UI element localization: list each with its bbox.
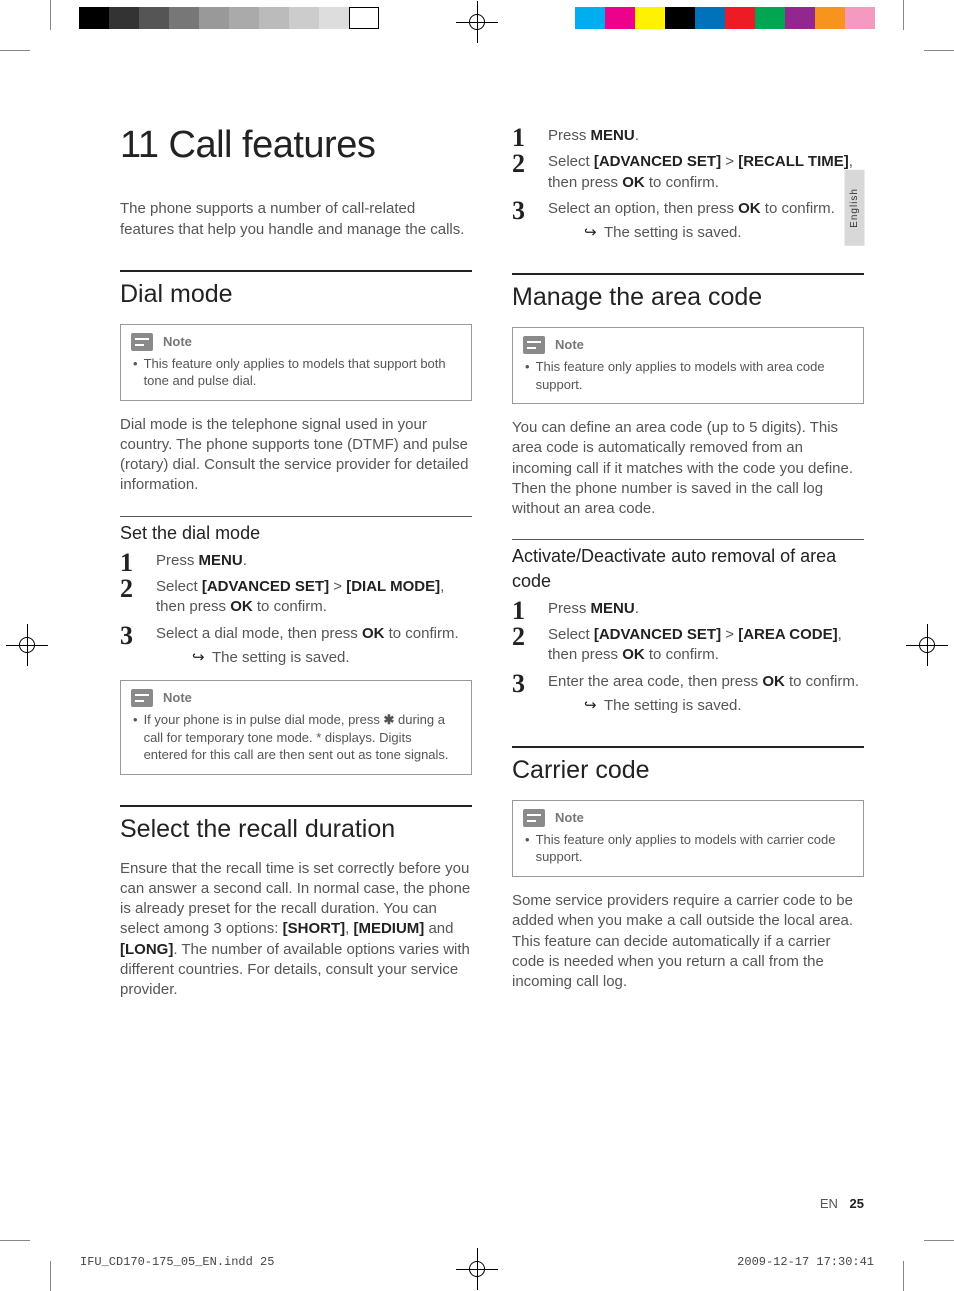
steps-list: Press MENU. Select [ADVANCED SET] > [REC… [512,126,864,243]
note-box: Note •This feature only applies to model… [120,324,472,401]
section-heading-recall: Select the recall duration [120,805,472,847]
note-text: This feature only applies to models with… [536,831,851,866]
star-key-icon: ✱ [383,712,394,727]
step: Select [ADVANCED SET] > [RECALL TIME], t… [512,152,864,193]
step: Press MENU. [512,599,864,619]
crop-mark [924,50,954,51]
dial-mode-body: Dial mode is the telephone signal used i… [120,415,472,496]
steps-list: Press MENU. Select [ADVANCED SET] > [DIA… [120,551,472,668]
step: Select an option, then press OK to confi… [512,199,864,244]
chapter-number: 11 [120,124,158,166]
step-result: The setting is saved. [548,696,864,716]
section-heading-carrier-code: Carrier code [512,746,864,788]
step: Press MENU. [120,551,472,571]
note-text: If your phone is in pulse dial mode, pre… [144,711,459,764]
left-column: 11 Call features The phone supports a nu… [120,120,472,1181]
registration-mark [912,630,942,660]
step: Select [ADVANCED SET] > [DIAL MODE], the… [120,577,472,618]
page-number: 25 [850,1196,864,1211]
step: Select [ADVANCED SET] > [AREA CODE], the… [512,625,864,666]
chapter-title: Call features [169,124,376,166]
page-content: 11 Call features The phone supports a nu… [120,120,864,1181]
step: Select a dial mode, then press OK to con… [120,624,472,669]
note-icon [131,689,153,707]
crop-mark [903,1261,904,1291]
page-footer: EN 25 [820,1196,864,1211]
crop-mark [924,1240,954,1241]
section-heading-dial-mode: Dial mode [120,270,472,312]
section-heading-area-code: Manage the area code [512,273,864,315]
chapter-heading: 11 Call features [120,120,472,171]
area-body: You can define an area code (up to 5 dig… [512,418,864,519]
color-bar-color [575,7,875,29]
note-icon [523,809,545,827]
note-icon [523,336,545,354]
right-column: English Press MENU. Select [ADVANCED SET… [512,120,864,1181]
intro-paragraph: The phone supports a number of call-rela… [120,199,472,240]
step: Enter the area code, then press OK to co… [512,672,864,717]
registration-mark [12,630,42,660]
crop-mark [50,1261,51,1291]
recall-body: Ensure that the recall time is set corre… [120,859,472,1001]
step: Press MENU. [512,126,864,146]
crop-mark [903,0,904,30]
note-box: Note •This feature only applies to model… [512,327,864,404]
note-text: This feature only applies to models with… [536,358,851,393]
note-label: Note [555,336,584,354]
carrier-body: Some service providers require a carrier… [512,891,864,992]
steps-list: Press MENU. Select [ADVANCED SET] > [ARE… [512,599,864,716]
note-label: Note [555,809,584,827]
subsection-activate-area-code: Activate/Deactivate auto removal of area… [512,539,864,593]
crop-mark [0,50,30,51]
slug-timestamp: 2009-12-17 17:30:41 [737,1255,874,1269]
note-icon [131,333,153,351]
color-bar-grayscale [79,7,379,29]
crop-mark [0,1240,30,1241]
note-label: Note [163,333,192,351]
note-label: Note [163,689,192,707]
step-result: The setting is saved. [548,223,864,243]
step-result: The setting is saved. [156,648,472,668]
crop-mark [50,0,51,30]
slug-filename: IFU_CD170-175_05_EN.indd 25 [80,1255,274,1269]
page-lang: EN [820,1196,838,1211]
note-box: Note • If your phone is in pulse dial mo… [120,680,472,775]
print-slug: IFU_CD170-175_05_EN.indd 25 2009-12-17 1… [80,1255,874,1269]
note-text: This feature only applies to models that… [144,355,459,390]
note-box: Note •This feature only applies to model… [512,800,864,877]
subsection-set-dial-mode: Set the dial mode [120,516,472,545]
registration-mark [462,7,492,37]
